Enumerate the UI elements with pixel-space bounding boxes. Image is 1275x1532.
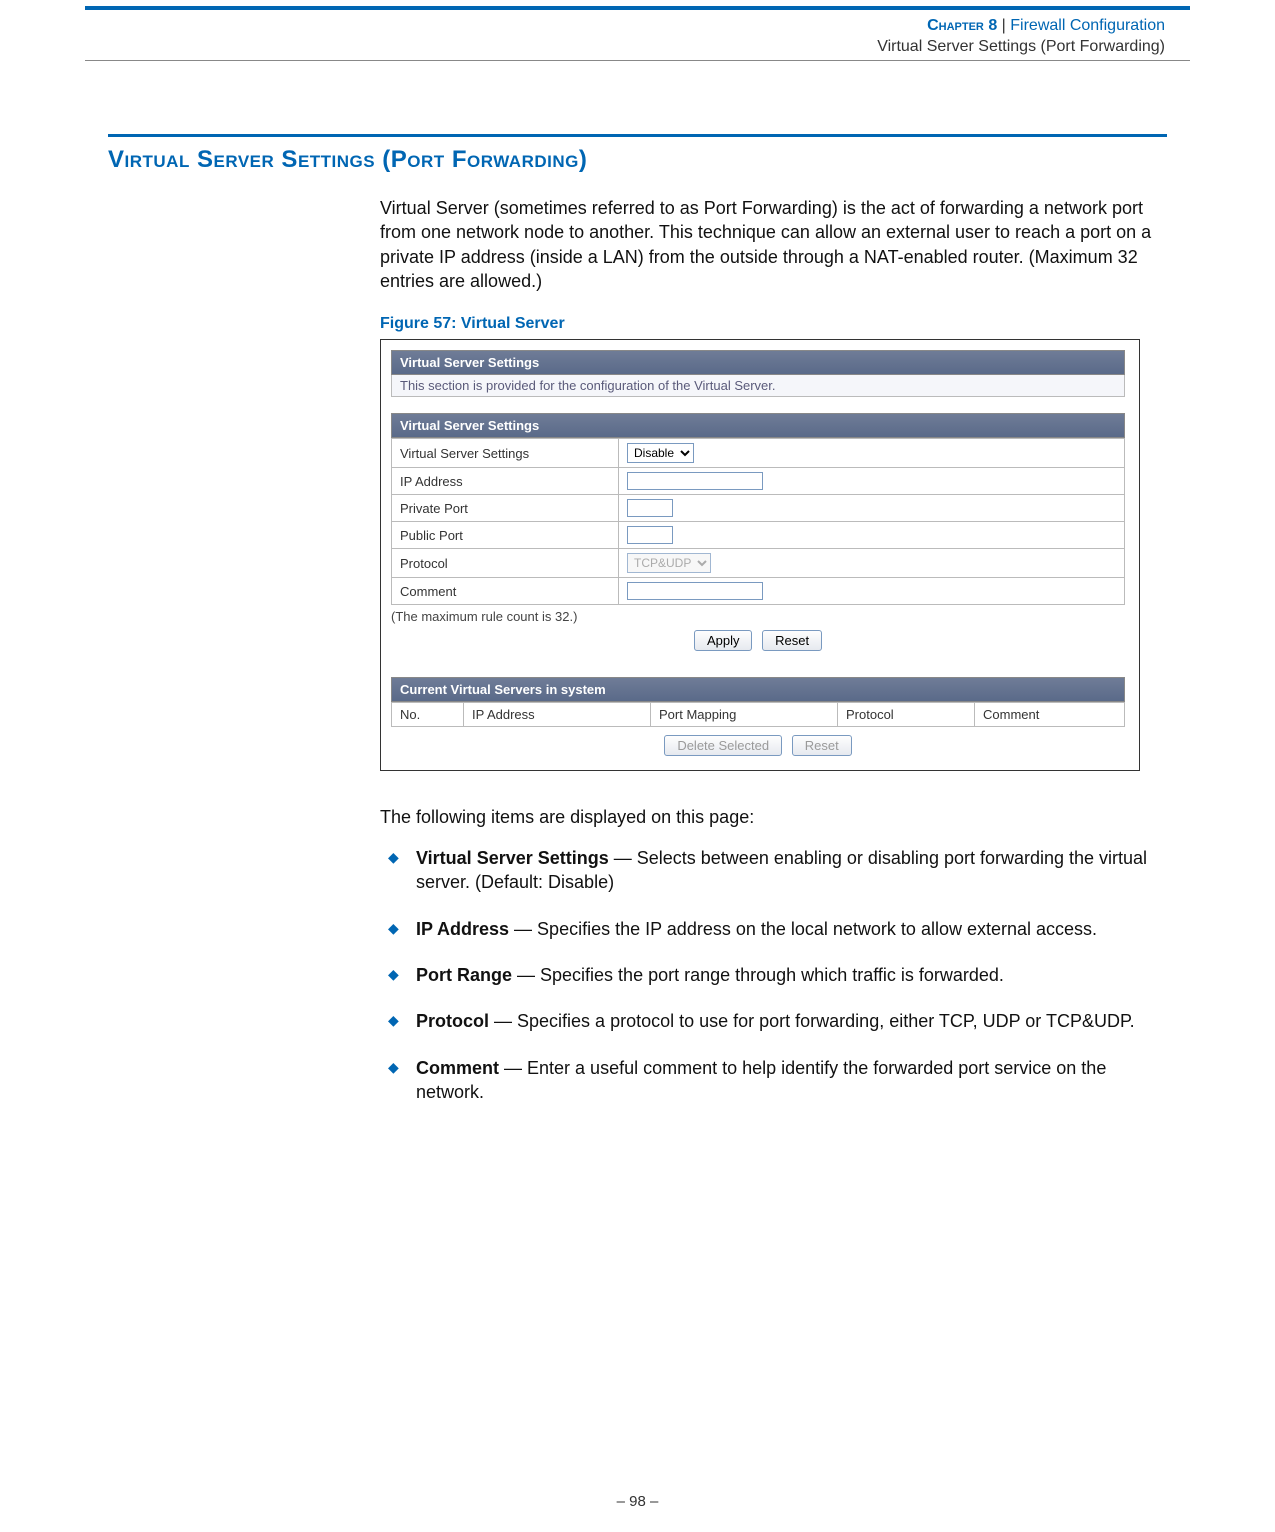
item-term: Virtual Server Settings <box>416 848 609 868</box>
top-rule <box>85 6 1190 10</box>
item-term: IP Address <box>416 919 509 939</box>
section-rule <box>108 134 1167 137</box>
current-servers-header: Current Virtual Servers in system <box>391 677 1125 702</box>
list-item: Port Range — Specifies the port range th… <box>380 963 1165 987</box>
item-desc: — Specifies a protocol to use for port f… <box>489 1011 1135 1031</box>
ip-label: IP Address <box>392 468 619 495</box>
page-header: Chapter 8 | Firewall Configuration Virtu… <box>877 16 1165 58</box>
col-comment: Comment <box>975 703 1125 727</box>
header-subtitle: Virtual Server Settings (Port Forwarding… <box>877 37 1165 58</box>
settings-form-table: Virtual Server Settings Disable IP Addre… <box>391 438 1125 605</box>
public-port-input[interactable] <box>627 526 673 544</box>
list-item: Virtual Server Settings — Selects betwee… <box>380 846 1165 895</box>
item-term: Port Range <box>416 965 512 985</box>
item-term: Comment <box>416 1058 499 1078</box>
public-port-label: Public Port <box>392 522 619 549</box>
item-term: Protocol <box>416 1011 489 1031</box>
col-ip: IP Address <box>464 703 651 727</box>
header-separator: | <box>997 17 1010 34</box>
col-port-mapping: Port Mapping <box>651 703 838 727</box>
intro-paragraph: Virtual Server (sometimes referred to as… <box>380 196 1165 293</box>
chapter-label: Chapter 8 <box>927 17 997 34</box>
item-list: Virtual Server Settings — Selects betwee… <box>380 846 1165 1104</box>
page-number: – 98 – <box>0 1493 1275 1510</box>
item-desc: — Specifies the port range through which… <box>512 965 1004 985</box>
apply-button[interactable]: Apply <box>694 630 753 651</box>
comment-input[interactable] <box>627 582 763 600</box>
list-item: Comment — Enter a useful comment to help… <box>380 1056 1165 1105</box>
reset-button[interactable]: Reset <box>762 630 822 651</box>
list-item: IP Address — Specifies the IP address on… <box>380 917 1165 941</box>
max-rule-note: (The maximum rule count is 32.) <box>391 609 1125 624</box>
form-header: Virtual Server Settings <box>391 413 1125 438</box>
panel-description: This section is provided for the configu… <box>391 375 1125 397</box>
figure-screenshot: Virtual Server Settings This section is … <box>380 339 1140 771</box>
header-title: Firewall Configuration <box>1010 17 1165 34</box>
list-item: Protocol — Specifies a protocol to use f… <box>380 1009 1165 1033</box>
header-rule <box>85 60 1190 61</box>
following-intro: The following items are displayed on thi… <box>380 807 1165 828</box>
item-desc: — Specifies the IP address on the local … <box>509 919 1097 939</box>
protocol-select[interactable]: TCP&UDP <box>627 553 711 573</box>
col-no: No. <box>392 703 464 727</box>
panel-title-bar: Virtual Server Settings <box>391 350 1125 375</box>
delete-selected-button[interactable]: Delete Selected <box>664 735 782 756</box>
figure-caption: Figure 57: Virtual Server <box>380 315 1165 333</box>
protocol-label: Protocol <box>392 549 619 578</box>
section-title: Virtual Server Settings (Port Forwarding… <box>108 146 587 174</box>
item-desc: — Enter a useful comment to help identif… <box>416 1058 1106 1102</box>
private-port-label: Private Port <box>392 495 619 522</box>
reset-list-button[interactable]: Reset <box>792 735 852 756</box>
vss-label: Virtual Server Settings <box>392 439 619 468</box>
vss-select[interactable]: Disable <box>627 443 694 463</box>
ip-input[interactable] <box>627 472 763 490</box>
current-servers-table: No. IP Address Port Mapping Protocol Com… <box>391 702 1125 727</box>
col-protocol: Protocol <box>838 703 975 727</box>
private-port-input[interactable] <box>627 499 673 517</box>
comment-label: Comment <box>392 578 619 605</box>
